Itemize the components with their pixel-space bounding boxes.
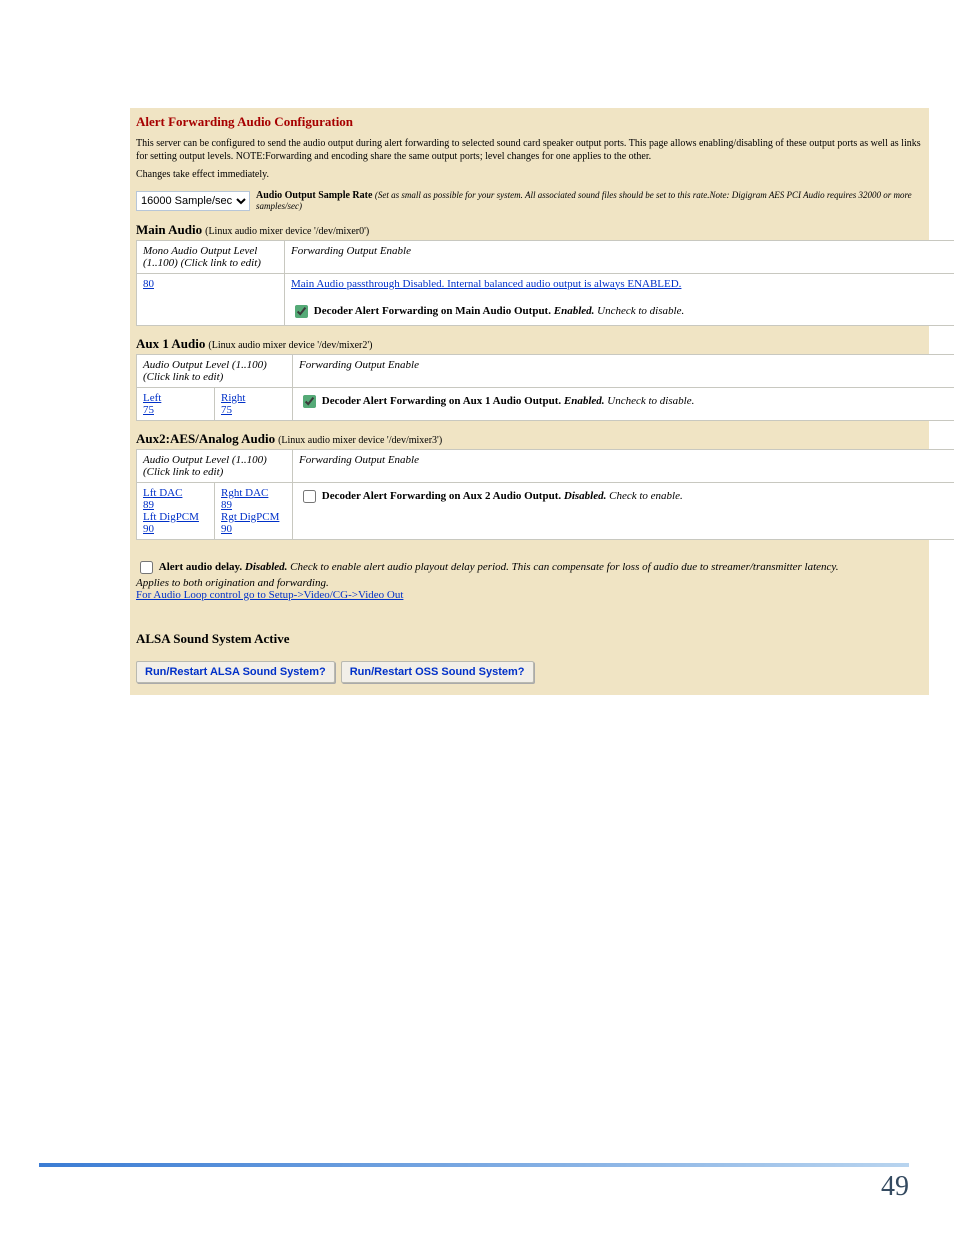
main-audio-heading: Main Audio (Linux audio mixer device '/d… xyxy=(136,222,923,238)
main-level-link[interactable]: 80 xyxy=(143,278,154,290)
aux2-lft-dac-link[interactable]: Lft DAC89 xyxy=(143,487,182,511)
main-col2-header: Forwarding Output Enable xyxy=(285,240,954,273)
aux2-col2-header: Forwarding Output Enable xyxy=(293,449,954,482)
main-col1-header: Mono Audio Output Level (1..100) (Click … xyxy=(137,240,285,273)
page-number: 49 xyxy=(39,1171,909,1203)
aux2-enable-cell: Decoder Alert Forwarding on Aux 2 Audio … xyxy=(293,482,954,539)
main-forward-checkbox[interactable] xyxy=(295,305,308,318)
main-enable-cell: Main Audio passthrough Disabled. Interna… xyxy=(285,273,954,325)
restart-alsa-button[interactable]: Run/Restart ALSA Sound System? xyxy=(136,661,335,683)
aux2-lft-pcm-link[interactable]: Lft DigPCM90 xyxy=(143,511,199,535)
intro-text-2: Changes take effect immediately. xyxy=(136,169,923,182)
aux2-col1-header: Audio Output Level (1..100) (Click link … xyxy=(137,449,293,482)
aux1-forward-checkbox[interactable] xyxy=(303,395,316,408)
aux2-heading: Aux2:AES/Analog Audio (Linux audio mixer… xyxy=(136,431,923,447)
aux1-enable-cell: Decoder Alert Forwarding on Aux 1 Audio … xyxy=(293,387,954,420)
delay-applies-text: Applies to both origination and forwardi… xyxy=(136,577,923,589)
main-passthrough-link[interactable]: Main Audio passthrough Disabled. Interna… xyxy=(291,278,681,290)
restart-oss-button[interactable]: Run/Restart OSS Sound System? xyxy=(341,661,534,683)
page-footer: 49 xyxy=(39,1163,909,1203)
aux2-forward-checkbox[interactable] xyxy=(303,490,316,503)
aux2-rgt-pcm-link[interactable]: Rgt DigPCM90 xyxy=(221,511,279,535)
aux2-table: Audio Output Level (1..100) (Click link … xyxy=(136,449,954,540)
video-out-link[interactable]: For Audio Loop control go to Setup->Vide… xyxy=(136,589,403,601)
alert-delay-checkbox[interactable] xyxy=(140,561,153,574)
aux2-rgt-dac-link[interactable]: Rght DAC89 xyxy=(221,487,268,511)
page-title: Alert Forwarding Audio Configuration xyxy=(136,114,923,130)
aux1-left-link[interactable]: Left75 xyxy=(143,392,161,416)
sample-rate-text: Audio Output Sample Rate (Set as small a… xyxy=(256,190,923,212)
aux1-col1-header: Audio Output Level (1..100) (Click link … xyxy=(137,354,293,387)
sample-rate-select[interactable]: 16000 Sample/sec xyxy=(136,191,250,211)
intro-text-1: This server can be configured to send th… xyxy=(136,138,923,163)
aux1-table: Audio Output Level (1..100) (Click link … xyxy=(136,354,954,421)
config-panel: Alert Forwarding Audio Configuration Thi… xyxy=(130,108,929,695)
aux1-heading: Aux 1 Audio (Linux audio mixer device '/… xyxy=(136,336,923,352)
aux1-col2-header: Forwarding Output Enable xyxy=(293,354,954,387)
main-audio-table: Mono Audio Output Level (1..100) (Click … xyxy=(136,240,954,326)
aux1-right-link[interactable]: Right75 xyxy=(221,392,245,416)
footer-rule xyxy=(39,1163,909,1167)
alsa-status: ALSA Sound System Active xyxy=(136,631,923,647)
delay-section: Alert audio delay. Disabled. Check to en… xyxy=(136,558,923,601)
